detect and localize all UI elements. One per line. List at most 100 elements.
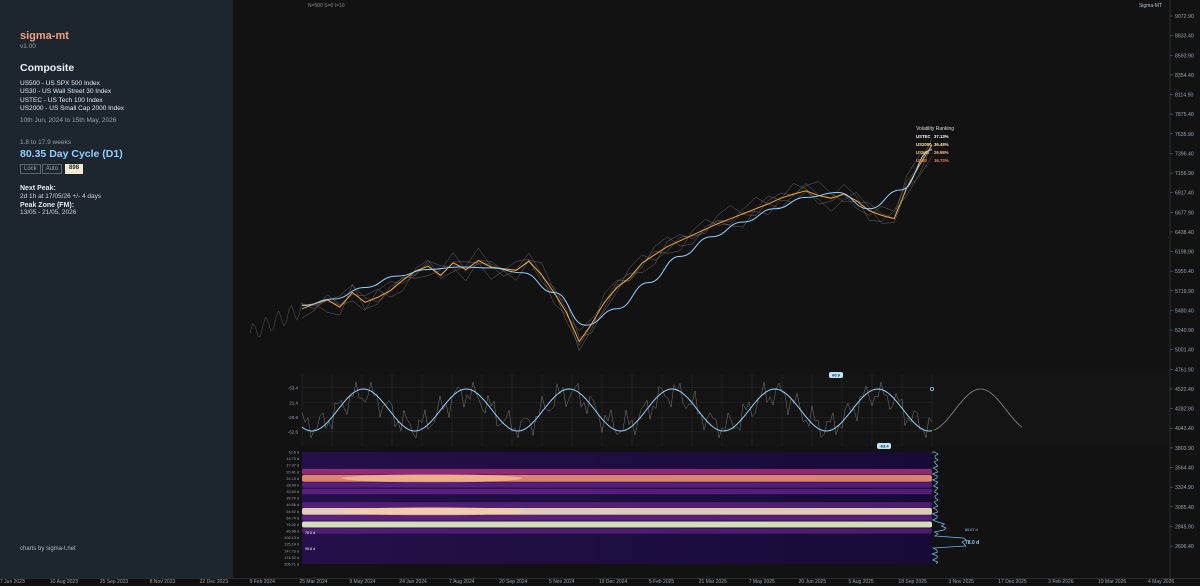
ranking-value-4: 16.73% [934, 158, 949, 163]
index-list: US500 - US SPX 500 Index US30 - US Wall … [20, 80, 212, 113]
chart-area[interactable]: 63.4 21.4 -20.6 -62.5 60.9 -63.4 12.6 d 14.73 … [232, 0, 1200, 578]
app-version: v1.00 [20, 43, 36, 50]
heatmap-hotspot [342, 507, 522, 516]
heatmap-profile [931, 451, 967, 565]
volatility-ranking: Volatility Ranking USTEC 37.13% US2000 3… [916, 126, 954, 163]
x-tick-label: 5 Nov 2024 [549, 579, 575, 585]
peak-zone-value: 13/05 - 21/05, 2026 [20, 209, 77, 217]
heatmap-tick-label: 76.32 d [286, 523, 299, 527]
x-tick-label: 5 Feb 2025 [648, 579, 675, 585]
heatmap-band [302, 521, 932, 528]
cycle-peak-badge[interactable]: 60.9 [829, 372, 843, 378]
x-tick-label: 5 Aug 2025 [848, 579, 874, 585]
cycle-controls: Lock Auto 898 [20, 164, 212, 175]
x-tick-label: 22 Dec 2023 [199, 579, 228, 585]
x-tick-label: 19 Mar 2026 [1098, 579, 1127, 585]
x-tick-label: 3 Nov 2025 [948, 579, 974, 585]
index-line-1 [301, 148, 933, 347]
heatmap-band [302, 528, 932, 534]
x-tick-label: 20 Jun 2025 [798, 579, 827, 585]
osc-tick-label: -62.5 [288, 430, 299, 435]
heatmap-tick-label: 64.74 d [286, 516, 299, 520]
heatmap-tick-label: 46.86 d [286, 503, 299, 507]
heatmap-tick-label: 12.6 d [288, 451, 299, 455]
history-tail-line [249, 301, 303, 337]
x-tick-label: 17 Dec 2025 [998, 579, 1027, 585]
y-tick-label: 7156.90 [1175, 171, 1194, 177]
cycle-title: 80.35 Day Cycle (D1) [20, 148, 123, 161]
osc-tick-label: -20.6 [288, 415, 299, 420]
header-brand: Sigma-MT [1139, 3, 1162, 9]
index-line-2 [301, 156, 933, 332]
ranking-name-1: USTEC [916, 134, 931, 139]
ranking-value-1: 37.13% [934, 134, 949, 139]
heatmap-band [302, 468, 932, 475]
ranking-title: Volatility Ranking [916, 126, 954, 132]
heatmap-tick-label: 125.19 d [284, 543, 299, 547]
x-tick-label: 21 Mar 2025 [698, 579, 727, 585]
heatmap-tick-label: 28.49 d [286, 483, 299, 487]
heatmap-band [302, 482, 932, 488]
y-tick-label: 5480.40 [1175, 308, 1194, 314]
x-tick-label: 24 Jun 2024 [399, 579, 427, 585]
index-item-us500: US500 - US SPX 500 Index [20, 80, 100, 87]
index-item-us2000: US2000 - US Small Cap 2000 Index [20, 104, 125, 112]
app-title: sigma-mt [20, 30, 69, 42]
composite-line [301, 144, 933, 343]
x-tick-label: 25 Mar 2024 [299, 579, 328, 585]
chart-canvas[interactable]: 63.4 21.4 -20.6 -62.5 60.9 -63.4 12.6 d 14.73 … [232, 0, 1200, 578]
heatmap-tick-label: 147.73 d [284, 549, 299, 553]
lock-button[interactable]: Lock [20, 164, 41, 175]
heatmap-tick-label: 205.71 d [284, 563, 299, 567]
cycle-trough-badge[interactable]: -63.4 [877, 443, 891, 449]
header-params: N=500 S=0 I=10 [308, 3, 345, 9]
y-tick-label: 6438.40 [1175, 230, 1194, 236]
svg-text:60.9: 60.9 [832, 373, 841, 378]
ranking-value-2: 36.48% [934, 142, 949, 147]
ranking-name-4: US30 [916, 158, 927, 163]
y-tick-label: 8833.40 [1175, 34, 1194, 40]
x-tick-label: 18 Sep 2025 [898, 579, 927, 585]
next-peak-value: 2d 1h at 17/05/26 +/- 4 days [20, 193, 102, 201]
heatmap-tick-label: 106.13 d [284, 536, 299, 540]
heatmap-tick-label: 17.37 d [286, 464, 299, 468]
index-item-ustec: USTEC - US Tech 100 Index [20, 96, 103, 104]
peak-zone-label: Peak Zone (FM): [20, 202, 75, 210]
y-tick-label: 7635.90 [1175, 132, 1194, 138]
heatmap-tick-label: 33.63 d [286, 490, 299, 494]
y-tick-label: 2606.40 [1175, 544, 1194, 550]
heatmap-band [302, 515, 932, 521]
y-tick-label: 3564.40 [1175, 465, 1194, 471]
y-tick-label: 5240.90 [1175, 328, 1194, 334]
auto-button[interactable]: Auto [41, 164, 63, 175]
heatmap-tick-label: 14.73 d [286, 457, 299, 461]
y-tick-label: 7875.40 [1175, 112, 1194, 118]
sidebar: sigma-mt v1.00 Composite US500 - US SPX … [0, 0, 232, 578]
smooth-line [301, 149, 933, 326]
heatmap-tick-label: 174.32 d [284, 556, 299, 560]
x-tick-label: 9 Feb 2024 [249, 579, 275, 585]
y-tick-label: 3324.90 [1175, 485, 1194, 491]
index-line-3 [301, 138, 933, 338]
y-tick-label: 5001.40 [1175, 348, 1194, 354]
date-range: 10th Jun, 2024 to 15th May, 2026 [20, 117, 117, 125]
credit-link[interactable]: charts by sigma-t.net [20, 546, 76, 552]
ranking-name-2: US2000 [916, 142, 932, 147]
x-tick-label: 7 Aug 2024 [449, 579, 475, 585]
cycle-value-badge[interactable]: 898 [65, 164, 84, 175]
y-tick-label: 6198.90 [1175, 250, 1194, 256]
x-tick-label: 10 Aug 2023 [49, 579, 78, 585]
svg-text:-63.4: -63.4 [879, 444, 889, 449]
heatmap-hotspot [342, 474, 522, 483]
y-tick-label: 4043.40 [1175, 426, 1194, 432]
y-tick-label: 4282.90 [1175, 407, 1194, 413]
composite-title: Composite [20, 62, 75, 74]
y-tick-label: 8354.40 [1175, 73, 1194, 79]
x-tick-label: 7 May 2025 [748, 579, 775, 585]
x-tick-label: 20 Sep 2024 [499, 579, 528, 585]
x-tick-label: 25 Sep 2023 [99, 579, 129, 585]
ranking-value-3: 26.98% [934, 150, 949, 155]
osc-tick-label: 63.4 [289, 386, 298, 391]
index-item-us30: US30 - US Wall Street 30 Index [20, 88, 112, 96]
heatmap-tick-label: 24.13 d [286, 477, 299, 481]
